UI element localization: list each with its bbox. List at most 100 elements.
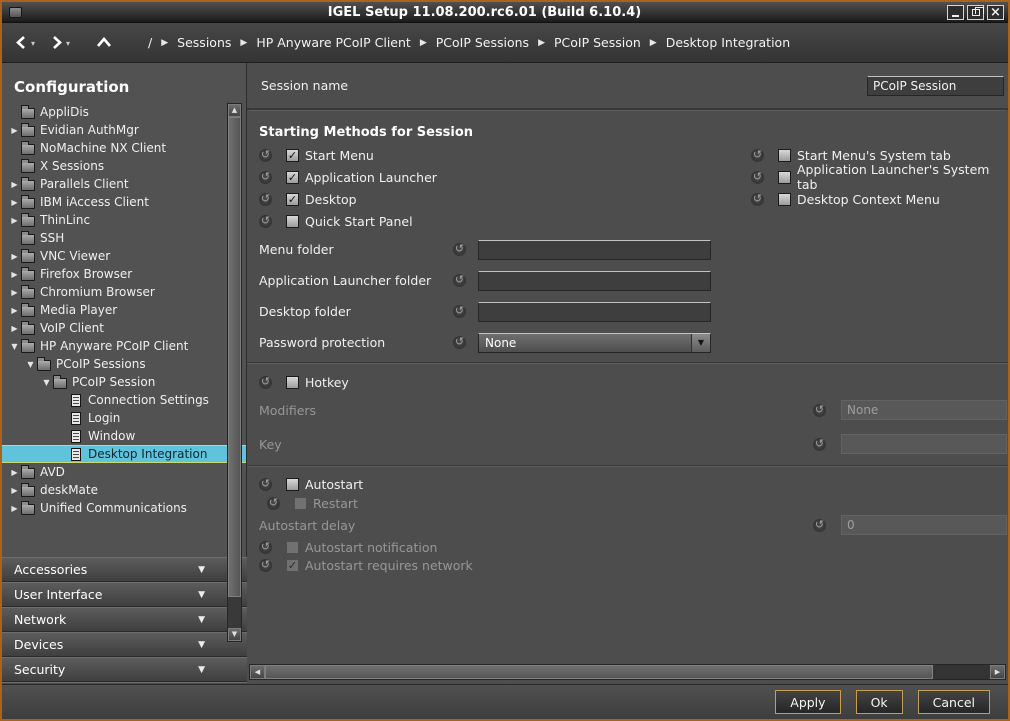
breadcrumb-root[interactable]: / (148, 35, 152, 50)
application-launcher-s-system-tab-checkbox[interactable] (778, 171, 791, 184)
accordion-section-devices[interactable]: Devices▼ (2, 632, 247, 657)
tree-item-chromium-browser[interactable]: ▶Chromium Browser (2, 283, 246, 301)
reset-icon[interactable]: ↺ (813, 519, 826, 532)
forward-history-caret-icon[interactable]: ▾ (66, 39, 70, 48)
tree-item-login[interactable]: Login (2, 409, 246, 427)
tree-item-media-player[interactable]: ▶Media Player (2, 301, 246, 319)
breadcrumb-item-pcoip-session[interactable]: PCoIP Session (554, 35, 641, 50)
tree-item-applidis[interactable]: AppliDis (2, 103, 246, 121)
cancel-button[interactable]: Cancel (918, 690, 990, 714)
chevron-right-icon[interactable]: ▶ (8, 252, 21, 261)
autostart-checkbox[interactable] (286, 478, 299, 491)
reset-icon[interactable]: ↺ (751, 149, 764, 162)
menu-folder-input[interactable] (478, 240, 711, 260)
reset-icon[interactable]: ↺ (259, 149, 272, 162)
application-launcher-folder-input[interactable] (478, 271, 711, 291)
chevron-right-icon[interactable]: ▶ (8, 216, 21, 225)
password-protection-select[interactable]: None▼ (478, 333, 711, 353)
tree-item-parallels-client[interactable]: ▶Parallels Client (2, 175, 246, 193)
tree-item-firefox-browser[interactable]: ▶Firefox Browser (2, 265, 246, 283)
reset-icon[interactable]: ↺ (259, 559, 272, 572)
tree-item-ibm-iaccess-client[interactable]: ▶IBM iAccess Client (2, 193, 246, 211)
chevron-right-icon[interactable]: ▶ (8, 288, 21, 297)
reset-icon[interactable]: ↺ (259, 541, 272, 554)
hotkey-checkbox[interactable] (286, 376, 299, 389)
tree-item-pcoip-session[interactable]: ▼PCoIP Session (2, 373, 246, 391)
accordion-section-user-interface[interactable]: User Interface▼ (2, 582, 247, 607)
scroll-right-button[interactable]: ▶ (990, 665, 1005, 679)
chevron-right-icon[interactable]: ▶ (8, 270, 21, 279)
tree-item-window[interactable]: Window (2, 427, 246, 445)
scroll-down-button[interactable]: ▼ (228, 628, 241, 641)
minimize-button[interactable] (947, 5, 964, 20)
desktop-folder-input[interactable] (478, 302, 711, 322)
accordion-section-security[interactable]: Security▼ (2, 657, 247, 682)
chevron-right-icon[interactable]: ▶ (8, 180, 21, 189)
reset-icon[interactable]: ↺ (453, 274, 466, 287)
tree-item-voip-client[interactable]: ▶VoIP Client (2, 319, 246, 337)
scroll-up-button[interactable]: ▲ (228, 104, 241, 117)
maximize-button[interactable] (967, 5, 984, 20)
tree-item-connection-settings[interactable]: Connection Settings (2, 391, 246, 409)
tree-item-hp-anyware-pcoip-client[interactable]: ▼HP Anyware PCoIP Client (2, 337, 246, 355)
reset-icon[interactable]: ↺ (259, 478, 272, 491)
chevron-right-icon[interactable]: ▶ (8, 486, 21, 495)
select-arrow-icon[interactable]: ▼ (691, 334, 710, 352)
chevron-down-icon[interactable]: ▼ (24, 360, 37, 369)
tree-scrollbar[interactable]: ▲ ▼ (227, 103, 242, 642)
accordion-section-network[interactable]: Network▼ (2, 607, 247, 632)
breadcrumb-item-desktop-integration[interactable]: Desktop Integration (666, 35, 790, 50)
reset-icon[interactable]: ↺ (267, 497, 280, 510)
tree-item-avd[interactable]: ▶AVD (2, 463, 246, 481)
tree-item-nomachine-nx-client[interactable]: NoMachine NX Client (2, 139, 246, 157)
reset-icon[interactable]: ↺ (813, 438, 826, 451)
forward-button[interactable]: ▾ (49, 35, 70, 50)
session-name-input[interactable] (867, 76, 1004, 96)
breadcrumb-item-hp-anyware-pcoip-client[interactable]: HP Anyware PCoIP Client (256, 35, 411, 50)
horizontal-scrollbar[interactable]: ◀ ▶ (249, 664, 1006, 680)
desktop-context-menu-checkbox[interactable] (778, 193, 791, 206)
chevron-right-icon[interactable]: ▶ (8, 126, 21, 135)
chevron-down-icon[interactable]: ▼ (8, 342, 21, 351)
scroll-left-button[interactable]: ◀ (250, 665, 265, 679)
scrollbar-thumb[interactable] (228, 117, 241, 597)
reset-icon[interactable]: ↺ (751, 171, 764, 184)
reset-icon[interactable]: ↺ (259, 376, 272, 389)
reset-icon[interactable]: ↺ (453, 305, 466, 318)
tree-item-desktop-integration[interactable]: Desktop Integration (2, 445, 246, 463)
desktop-checkbox[interactable]: ✓ (286, 193, 299, 206)
tree-item-deskmate[interactable]: ▶deskMate (2, 481, 246, 499)
breadcrumb-item-pcoip-sessions[interactable]: PCoIP Sessions (436, 35, 529, 50)
breadcrumb-item-sessions[interactable]: Sessions (177, 35, 231, 50)
chevron-right-icon[interactable]: ▶ (8, 306, 21, 315)
chevron-right-icon[interactable]: ▶ (8, 504, 21, 513)
up-button[interactable] (96, 36, 112, 50)
chevron-down-icon[interactable]: ▼ (40, 378, 53, 387)
start-menu-s-system-tab-checkbox[interactable] (778, 149, 791, 162)
tree-item-evidian-authmgr[interactable]: ▶Evidian AuthMgr (2, 121, 246, 139)
tree-item-ssh[interactable]: SSH (2, 229, 246, 247)
reset-icon[interactable]: ↺ (813, 404, 826, 417)
ok-button[interactable]: Ok (856, 690, 903, 714)
chevron-right-icon[interactable]: ▶ (8, 198, 21, 207)
tree-item-thinlinc[interactable]: ▶ThinLinc (2, 211, 246, 229)
reset-icon[interactable]: ↺ (259, 193, 272, 206)
back-history-caret-icon[interactable]: ▾ (31, 39, 35, 48)
quick-start-panel-checkbox[interactable] (286, 215, 299, 228)
scrollbar-thumb[interactable] (265, 665, 933, 679)
reset-icon[interactable]: ↺ (259, 215, 272, 228)
close-button[interactable]: × (987, 5, 1004, 20)
tree-item-x-sessions[interactable]: X Sessions (2, 157, 246, 175)
window-menu-icon[interactable] (9, 7, 22, 18)
application-launcher-checkbox[interactable]: ✓ (286, 171, 299, 184)
chevron-right-icon[interactable]: ▶ (8, 324, 21, 333)
accordion-section-accessories[interactable]: Accessories▼ (2, 557, 247, 582)
scrollbar-track[interactable] (933, 665, 990, 679)
tree-item-pcoip-sessions[interactable]: ▼PCoIP Sessions (2, 355, 246, 373)
start-menu-checkbox[interactable]: ✓ (286, 149, 299, 162)
tree-item-vnc-viewer[interactable]: ▶VNC Viewer (2, 247, 246, 265)
reset-icon[interactable]: ↺ (453, 243, 466, 256)
tree-item-unified-communications[interactable]: ▶Unified Communications (2, 499, 246, 517)
back-button[interactable]: ▾ (14, 35, 35, 50)
reset-icon[interactable]: ↺ (259, 171, 272, 184)
